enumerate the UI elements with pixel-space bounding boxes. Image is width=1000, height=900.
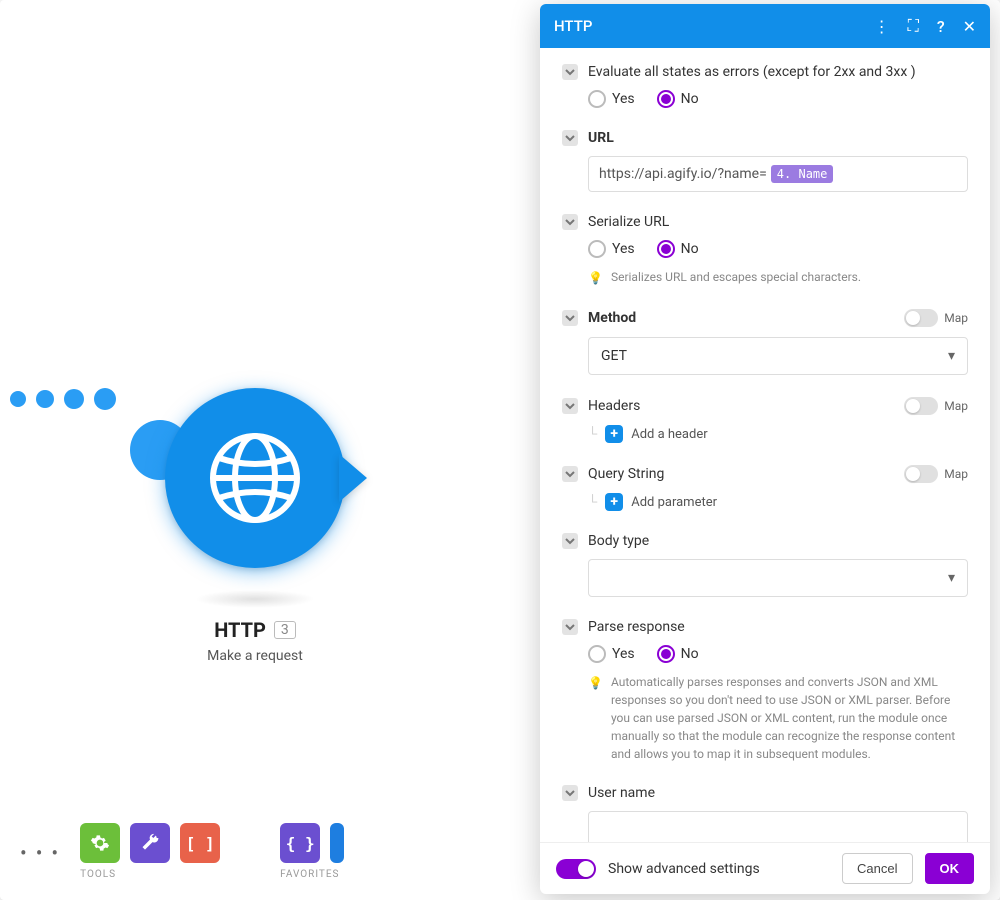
globe-icon — [205, 428, 305, 528]
bulb-icon: 💡 — [588, 269, 603, 287]
field-label: URL — [588, 130, 968, 146]
close-icon[interactable]: ✕ — [963, 17, 976, 36]
tools-settings-button[interactable] — [80, 823, 120, 863]
favorites-label: FAVORITES — [280, 869, 339, 880]
node-output-arrow-icon — [339, 454, 367, 502]
field-method: Method Map GET ▾ — [562, 309, 968, 375]
query-map-toggle[interactable]: Map — [904, 465, 968, 483]
hint-text: Serializes URL and escapes special chara… — [611, 268, 861, 286]
method-map-toggle[interactable]: Map — [904, 309, 968, 327]
field-label: Headers — [588, 398, 894, 414]
more-icon[interactable]: • • • — [20, 823, 60, 865]
panel-body[interactable]: Evaluate all states as errors (except fo… — [540, 48, 990, 842]
url-input[interactable]: https://api.agify.io/?name= 4. Name — [588, 156, 968, 192]
add-header-button[interactable]: + — [605, 425, 623, 443]
kebab-icon[interactable]: ⋮ — [874, 17, 890, 36]
field-query-string: Query String Map └ + Add parameter — [562, 465, 968, 511]
braces-icon: { } — [286, 834, 315, 853]
body-type-select[interactable]: ▾ — [588, 559, 968, 597]
add-parameter-label[interactable]: Add parameter — [631, 495, 717, 510]
field-label: Parse response — [588, 619, 968, 635]
add-header-label[interactable]: Add a header — [631, 427, 707, 442]
field-label: Method — [588, 310, 894, 326]
chevron-down-icon[interactable] — [562, 130, 578, 146]
advanced-settings-label: Show advanced settings — [608, 861, 830, 877]
field-headers: Headers Map └ + Add a header — [562, 397, 968, 443]
chevron-down-icon[interactable] — [562, 619, 578, 635]
chevron-down-icon: ▾ — [948, 348, 955, 364]
chevron-down-icon: ▾ — [948, 570, 955, 586]
tools-wrench-button[interactable] — [130, 823, 170, 863]
advanced-settings-toggle[interactable] — [556, 859, 596, 879]
expand-icon[interactable]: ⛶ — [908, 16, 919, 36]
parse-yes[interactable]: Yes — [588, 645, 635, 663]
field-url: URL https://api.agify.io/?name= 4. Name — [562, 130, 968, 192]
panel-title: HTTP — [554, 17, 592, 35]
field-label: Body type — [588, 533, 968, 549]
serialize-yes[interactable]: Yes — [588, 240, 635, 258]
connection-dots — [10, 388, 116, 410]
parse-no[interactable]: No — [657, 645, 699, 663]
favorite-button[interactable] — [330, 823, 344, 863]
headers-map-toggle[interactable]: Map — [904, 397, 968, 415]
field-serialize-url: Serialize URL Yes No 💡 Serializes URL an… — [562, 214, 968, 287]
field-parse-response: Parse response Yes No 💡 Automatically pa… — [562, 619, 968, 763]
node-title: HTTP — [214, 618, 266, 642]
help-icon[interactable]: ? — [937, 17, 945, 36]
tools-label: TOOLS — [80, 869, 116, 880]
chevron-down-icon[interactable] — [562, 214, 578, 230]
field-label: User name — [588, 785, 968, 801]
field-evaluate-errors: Evaluate all states as errors (except fo… — [562, 64, 968, 108]
brackets-icon: [ ] — [186, 834, 215, 853]
field-body-type: Body type ▾ — [562, 533, 968, 597]
hint-text: Automatically parses responses and conve… — [611, 673, 968, 763]
chevron-down-icon[interactable] — [562, 64, 578, 80]
module-config-panel: HTTP ⋮ ⛶ ? ✕ Evaluate all states as erro… — [540, 4, 990, 894]
panel-header: HTTP ⋮ ⛶ ? ✕ — [540, 4, 990, 48]
username-input[interactable] — [588, 811, 968, 842]
evaluate-errors-yes[interactable]: Yes — [588, 90, 635, 108]
bottom-toolbar: • • • [ ] TOOLS { } FA — [20, 823, 344, 880]
evaluate-errors-no[interactable]: No — [657, 90, 699, 108]
favorite-braces-button[interactable]: { } — [280, 823, 320, 863]
panel-footer: Show advanced settings Cancel OK — [540, 842, 990, 894]
field-label: Serialize URL — [588, 214, 968, 230]
field-label: Evaluate all states as errors (except fo… — [588, 64, 968, 80]
http-module-node[interactable]: HTTP 3 Make a request — [165, 388, 345, 664]
cancel-button[interactable]: Cancel — [842, 853, 912, 884]
mapped-variable-pill[interactable]: 4. Name — [771, 165, 834, 183]
gear-icon — [90, 833, 110, 853]
serialize-no[interactable]: No — [657, 240, 699, 258]
chevron-down-icon[interactable] — [562, 398, 578, 414]
chevron-down-icon[interactable] — [562, 785, 578, 801]
method-select[interactable]: GET ▾ — [588, 337, 968, 375]
ok-button[interactable]: OK — [925, 853, 975, 884]
tree-line-icon: └ — [588, 494, 597, 510]
tree-line-icon: └ — [588, 426, 597, 442]
add-parameter-button[interactable]: + — [605, 493, 623, 511]
chevron-down-icon[interactable] — [562, 310, 578, 326]
node-subtitle: Make a request — [207, 648, 303, 664]
chevron-down-icon[interactable] — [562, 533, 578, 549]
tools-brackets-button[interactable]: [ ] — [180, 823, 220, 863]
chevron-down-icon[interactable] — [562, 466, 578, 482]
field-label: Query String — [588, 466, 894, 482]
node-run-count-badge: 3 — [274, 621, 296, 639]
wrench-icon — [140, 833, 160, 853]
field-username: User name — [562, 785, 968, 842]
bulb-icon: 💡 — [588, 674, 603, 692]
